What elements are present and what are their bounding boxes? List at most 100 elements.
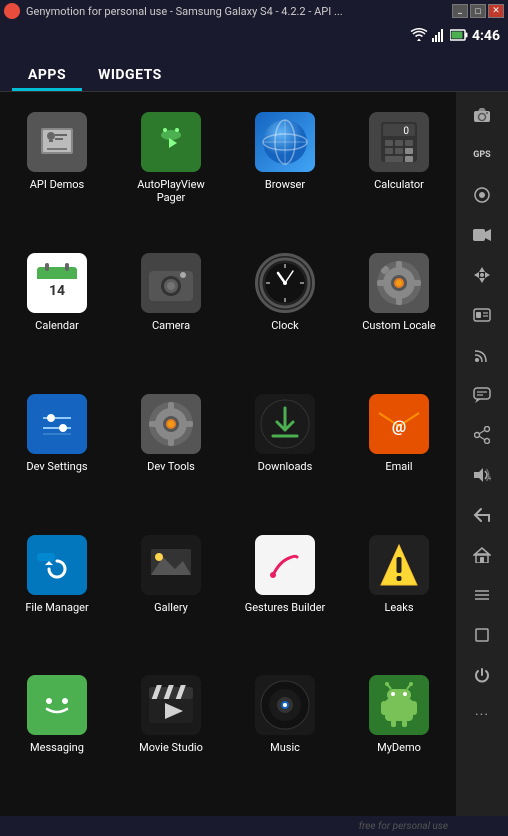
list-item[interactable]: 0 Calculator xyxy=(342,102,456,243)
list-item[interactable]: Custom Locale xyxy=(342,243,456,384)
webcam-button[interactable] xyxy=(464,177,500,213)
bottom-bar: free for personal use xyxy=(0,816,508,836)
id-card-button[interactable] xyxy=(464,297,500,333)
list-item[interactable]: Gallery xyxy=(114,525,228,666)
share-button[interactable] xyxy=(464,417,500,453)
free-text: free for personal use xyxy=(359,821,448,832)
list-item[interactable]: Music xyxy=(228,665,342,806)
email-icon: @ xyxy=(369,394,429,454)
list-item[interactable]: @ Email xyxy=(342,384,456,525)
app-label: Browser xyxy=(265,178,305,191)
window-title: Genymotion for personal use - Samsung Ga… xyxy=(26,5,452,18)
menu-hw-button[interactable] xyxy=(464,577,500,613)
list-item[interactable]: Browser xyxy=(228,102,342,243)
movie-studio-icon xyxy=(141,675,201,735)
list-item[interactable]: Dev Tools xyxy=(114,384,228,525)
list-item[interactable]: File Manager xyxy=(0,525,114,666)
app-label: Email xyxy=(385,460,412,473)
gallery-icon xyxy=(141,535,201,595)
list-item[interactable]: Camera xyxy=(114,243,228,384)
list-item[interactable]: Leaks xyxy=(342,525,456,666)
app-label: Leaks xyxy=(385,601,414,614)
mydemo-icon xyxy=(369,675,429,735)
app-label: AutoPlayView Pager xyxy=(126,178,216,204)
battery-icon xyxy=(450,29,468,44)
custom-locale-icon xyxy=(369,253,429,313)
signal-icon xyxy=(432,28,446,45)
app-label: Dev Settings xyxy=(26,460,87,473)
move-button[interactable] xyxy=(464,257,500,293)
status-icons: 4:46 xyxy=(410,28,500,45)
app-label: Custom Locale xyxy=(362,319,436,332)
app-grid: API Demos AutoPlayView Pager xyxy=(0,92,456,816)
gps-button[interactable]: GPS xyxy=(464,137,500,173)
tabs-bar: APPS WIDGETS xyxy=(0,50,508,92)
video-button[interactable] xyxy=(464,217,500,253)
api-demos-icon xyxy=(27,112,87,172)
browser-icon xyxy=(255,112,315,172)
svg-text:0: 0 xyxy=(403,126,409,137)
list-item[interactable]: MyDemo xyxy=(342,665,456,806)
dev-tools-icon xyxy=(141,394,201,454)
app-label: Music xyxy=(270,741,300,754)
maximize-button[interactable]: □ xyxy=(470,4,486,18)
list-item[interactable]: Messaging xyxy=(0,665,114,806)
list-item[interactable]: Gestures Builder xyxy=(228,525,342,666)
title-bar: Genymotion for personal use - Samsung Ga… xyxy=(0,0,508,22)
app-label: Calendar xyxy=(35,319,79,332)
app-label: Movie Studio xyxy=(139,741,203,754)
leaks-icon xyxy=(369,535,429,595)
clock-time: 4:46 xyxy=(472,28,500,44)
gestures-icon xyxy=(255,535,315,595)
svg-text:14: 14 xyxy=(49,283,65,299)
window-controls: _ □ ✕ xyxy=(452,4,504,18)
downloads-icon xyxy=(255,394,315,454)
status-bar: 4:46 xyxy=(0,22,508,50)
list-item[interactable]: Clock xyxy=(228,243,342,384)
svg-text:@: @ xyxy=(392,417,406,436)
volume-button[interactable]: + xyxy=(464,457,500,493)
app-label: Messaging xyxy=(30,741,84,754)
sidebar: GPS xyxy=(456,92,508,816)
svg-text:+: + xyxy=(488,475,491,483)
list-item[interactable]: Dev Settings xyxy=(0,384,114,525)
list-item[interactable]: 14 Calendar xyxy=(0,243,114,384)
app-label: MyDemo xyxy=(377,741,421,754)
rss-button[interactable] xyxy=(464,337,500,373)
calculator-icon: 0 xyxy=(369,112,429,172)
camera-side-button[interactable] xyxy=(464,97,500,133)
tab-apps[interactable]: APPS xyxy=(12,59,82,91)
dev-settings-icon xyxy=(27,394,87,454)
app-label: Downloads xyxy=(258,460,313,473)
app-label: File Manager xyxy=(25,601,88,614)
messaging-icon xyxy=(27,675,87,735)
app-label: Calculator xyxy=(374,178,424,191)
app-icon xyxy=(4,3,20,19)
overview-button[interactable] xyxy=(464,617,500,653)
more-button[interactable]: ··· xyxy=(464,697,500,733)
home-button[interactable] xyxy=(464,537,500,573)
minimize-button[interactable]: _ xyxy=(452,4,468,18)
back-button[interactable] xyxy=(464,497,500,533)
app-label: Gallery xyxy=(154,601,188,614)
app-label: Camera xyxy=(152,319,190,332)
list-item[interactable]: Downloads xyxy=(228,384,342,525)
app-label: API Demos xyxy=(30,178,84,191)
list-item[interactable]: API Demos xyxy=(0,102,114,243)
list-item[interactable]: AutoPlayView Pager xyxy=(114,102,228,243)
clock-icon xyxy=(255,253,315,313)
power-button[interactable] xyxy=(464,657,500,693)
app-label: Dev Tools xyxy=(147,460,195,473)
calendar-icon: 14 xyxy=(27,253,87,313)
tab-widgets[interactable]: WIDGETS xyxy=(82,59,178,91)
wifi-icon xyxy=(410,28,428,45)
camera-icon xyxy=(141,253,201,313)
autoplay-icon xyxy=(141,112,201,172)
file-manager-icon xyxy=(27,535,87,595)
list-item[interactable]: Movie Studio xyxy=(114,665,228,806)
app-label: Clock xyxy=(271,319,298,332)
app-label: Gestures Builder xyxy=(245,601,326,614)
close-button[interactable]: ✕ xyxy=(488,4,504,18)
chat-side-button[interactable] xyxy=(464,377,500,413)
music-icon xyxy=(255,675,315,735)
